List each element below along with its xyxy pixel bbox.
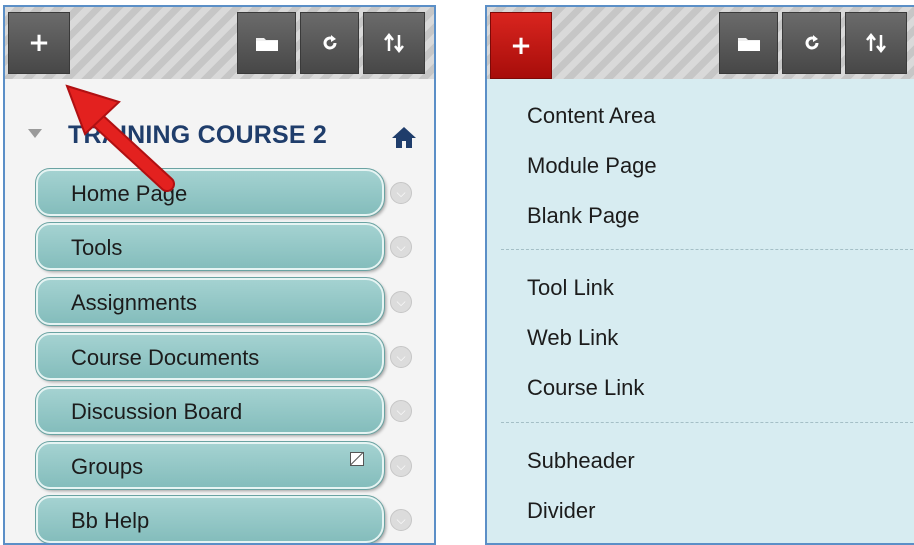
- menu-divider: [501, 249, 914, 250]
- add-menu-item-button[interactable]: +: [490, 12, 552, 79]
- nav-item-tools[interactable]: Tools: [35, 222, 385, 271]
- course-menu-panel: + TRAINING COURSE 2 Home Page ⌵ Tools ⌵ …: [3, 5, 436, 545]
- menu-item-divider[interactable]: Divider: [527, 498, 595, 524]
- chevron-down-icon[interactable]: ⌵: [390, 455, 412, 477]
- course-menu-toolbar: +: [5, 7, 434, 79]
- chevron-down-icon[interactable]: ⌵: [390, 236, 412, 258]
- nav-item-assignments[interactable]: Assignments: [35, 277, 385, 326]
- manage-folders-button[interactable]: [719, 12, 778, 74]
- nav-item-label: Tools: [71, 235, 123, 260]
- nav-item-bb-help[interactable]: Bb Help: [35, 495, 385, 543]
- manage-folders-button[interactable]: [237, 12, 296, 74]
- folder-icon: [255, 38, 278, 51]
- menu-item-module-page[interactable]: Module Page: [527, 153, 657, 179]
- hidden-from-students-icon: [350, 452, 364, 466]
- nav-item-course-documents[interactable]: Course Documents: [35, 332, 385, 381]
- nav-item-label: Bb Help: [71, 508, 150, 533]
- collapse-arrow-icon[interactable]: [28, 129, 42, 138]
- course-menu-toolbar: +: [487, 7, 914, 79]
- menu-item-tool-link[interactable]: Tool Link: [527, 275, 614, 301]
- home-icon[interactable]: [391, 125, 417, 149]
- nav-item-label: Discussion Board: [71, 399, 243, 424]
- reorder-button[interactable]: [845, 12, 907, 74]
- refresh-button[interactable]: [782, 12, 841, 74]
- add-menu-item-button[interactable]: +: [8, 12, 70, 74]
- nav-item-label: Assignments: [71, 290, 197, 315]
- nav-item-label: Course Documents: [71, 345, 260, 370]
- nav-item-discussion-board[interactable]: Discussion Board: [35, 386, 385, 435]
- chevron-down-icon[interactable]: ⌵: [390, 400, 412, 422]
- add-menu-panel: + Content Area Module Page Blank Page To…: [485, 5, 914, 545]
- nav-item-label: Groups: [71, 454, 144, 479]
- chevron-down-icon[interactable]: ⌵: [390, 182, 412, 204]
- sort-icon: [866, 33, 886, 53]
- refresh-icon: [805, 35, 818, 50]
- chevron-down-icon[interactable]: ⌵: [390, 509, 412, 531]
- plus-icon: +: [510, 30, 532, 61]
- chevron-down-icon[interactable]: ⌵: [390, 291, 412, 313]
- menu-item-course-link[interactable]: Course Link: [527, 375, 644, 401]
- menu-item-blank-page[interactable]: Blank Page: [527, 203, 640, 229]
- refresh-icon: [323, 35, 336, 50]
- plus-icon: +: [28, 28, 50, 58]
- folder-icon: [737, 38, 760, 51]
- reorder-button[interactable]: [363, 12, 425, 74]
- red-arrow-annotation-icon: [65, 84, 175, 192]
- nav-item-groups[interactable]: Groups: [35, 441, 385, 490]
- menu-item-subheader[interactable]: Subheader: [527, 448, 635, 474]
- menu-item-web-link[interactable]: Web Link: [527, 325, 618, 351]
- menu-divider: [501, 422, 914, 423]
- menu-item-content-area[interactable]: Content Area: [527, 103, 655, 129]
- chevron-down-icon[interactable]: ⌵: [390, 346, 412, 368]
- sort-icon: [384, 33, 404, 53]
- refresh-button[interactable]: [300, 12, 359, 74]
- add-menu-dropdown: Content Area Module Page Blank Page Tool…: [487, 79, 914, 543]
